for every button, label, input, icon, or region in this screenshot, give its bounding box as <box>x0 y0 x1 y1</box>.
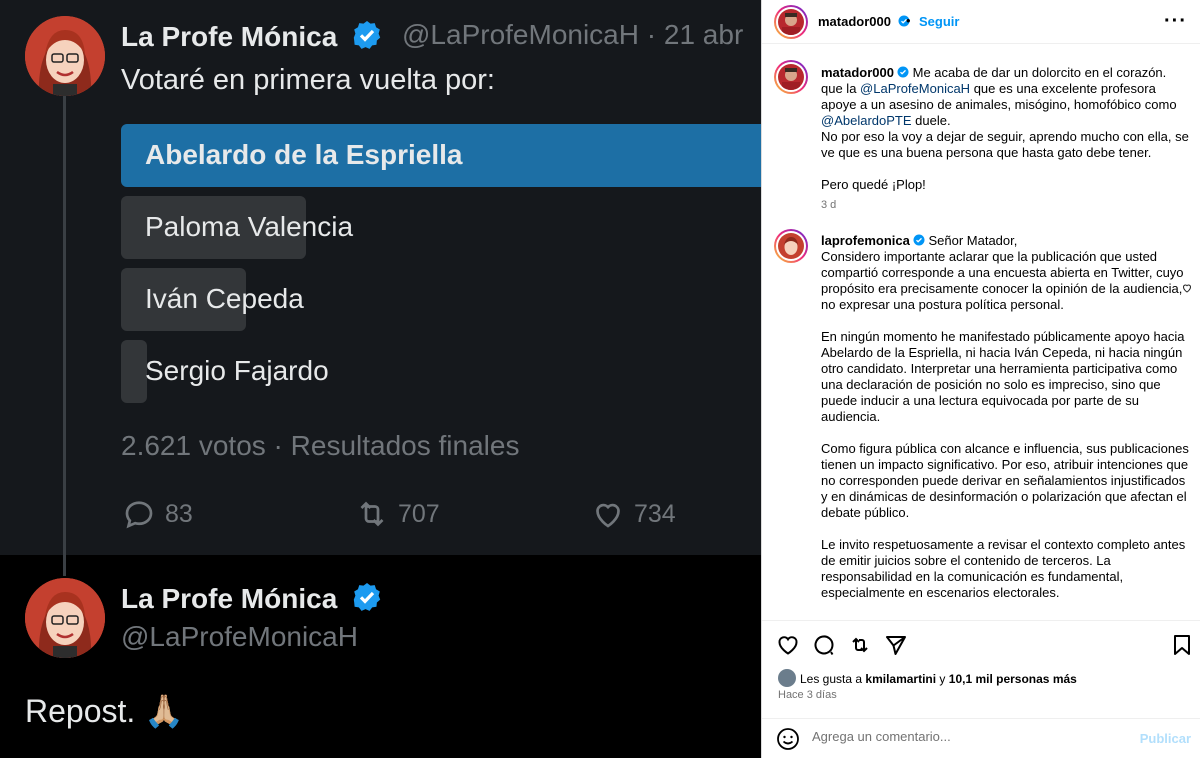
repost-button[interactable]: 707 <box>354 494 440 534</box>
reply-count: 83 <box>165 499 193 528</box>
caption-line: Me acaba de dar un dolorcito en el coraz… <box>912 65 1167 80</box>
likes-count[interactable]: 10,1 mil personas más <box>949 672 1077 686</box>
reply-paragraph: Como figura pública con alcance e influe… <box>821 441 1189 520</box>
tweet-date: · 21 abr <box>646 19 744 50</box>
like-count: 734 <box>634 499 676 528</box>
caption-timestamp[interactable]: 3 d <box>821 199 836 211</box>
share-paper-plane-icon[interactable] <box>884 633 908 657</box>
heart-icon <box>596 503 620 528</box>
mention-link[interactable]: @LaProfeMonicaH <box>860 81 970 96</box>
poll-option-label: Abelardo de la Espriella <box>145 139 463 170</box>
liker-avatar <box>778 669 796 687</box>
caption-paragraph: No por eso la voy a dejar de seguir, apr… <box>821 129 1189 160</box>
caption-fragment: duele. <box>911 113 951 128</box>
reply-comment-text: laprofemonica Señor Matador, Considero i… <box>821 233 1191 601</box>
reply-icon <box>125 501 153 529</box>
likes-summary[interactable]: Les gusta a kmilamartini y 10,1 mil pers… <box>778 669 1077 687</box>
emoji-picker-icon[interactable] <box>776 727 800 751</box>
liker-username[interactable]: kmilamartini <box>865 672 936 686</box>
avatar-cartoon-icon <box>778 233 804 259</box>
caption-avatar[interactable] <box>774 60 808 94</box>
caption-fragment: que la <box>821 81 861 96</box>
verified-badge-icon <box>353 21 381 49</box>
caption-paragraph: Pero quedé ¡Plop! <box>821 177 926 192</box>
poll-option-label: Iván Cepeda <box>145 283 304 314</box>
like-heart-icon[interactable] <box>776 633 800 657</box>
reply-paragraph: Le invito respetuosamente a revisar el c… <box>821 537 1186 600</box>
repost-text: Repost. 🙏🏼 <box>25 692 184 730</box>
likes-connector: y <box>936 672 949 686</box>
reply-avatar[interactable] <box>774 229 808 263</box>
tweet-handle-date[interactable]: @LaProfeMonicaH · 21 abr <box>402 19 743 51</box>
tweet-author-avatar[interactable] <box>25 16 105 96</box>
author-name-text: La Profe Mónica <box>121 583 338 614</box>
original-tweet: La Profe Mónica @LaProfeMonicaH · 21 abr… <box>0 0 761 576</box>
reply-button[interactable]: 83 <box>121 494 193 534</box>
mention-link[interactable]: @AbelardoPTE <box>821 113 912 128</box>
avatar-cartoon-icon <box>25 578 105 658</box>
comment-composer: Publicar <box>762 718 1200 758</box>
comment-bubble-icon[interactable] <box>812 633 836 657</box>
author-handle-text: @LaProfeMonicaH <box>402 19 639 50</box>
verified-badge-icon <box>353 583 381 611</box>
thread-line <box>63 96 66 576</box>
repost-author-handle[interactable]: @LaProfeMonicaH <box>121 621 358 653</box>
reply-username[interactable]: laprofemonica <box>821 233 910 248</box>
repost-author-name[interactable]: La Profe Mónica <box>121 581 383 615</box>
poll-results-meta: 2.621 votos · Resultados finales <box>121 430 520 461</box>
tweet-author-name[interactable]: La Profe Mónica <box>121 19 383 53</box>
verified-badge-icon <box>897 66 909 78</box>
author-name-text: La Profe Mónica <box>121 21 338 52</box>
verified-badge-icon <box>913 234 925 246</box>
praying-hands-emoji: 🙏🏼 <box>144 693 185 729</box>
poll-option-label: Sergio Fajardo <box>145 355 329 386</box>
likes-prefix: Les gusta a <box>800 672 866 686</box>
username-text: matador000 <box>818 14 891 29</box>
avatar-photo-icon <box>778 64 804 90</box>
repost-icon[interactable] <box>848 633 872 657</box>
repost-icon <box>360 501 384 527</box>
instagram-panel: matador000 • Seguir ··· matador000 Me ac… <box>761 0 1200 758</box>
save-bookmark-icon[interactable] <box>1170 633 1194 657</box>
post-time[interactable]: Hace 3 días <box>778 689 837 701</box>
avatar-photo-icon <box>778 9 804 35</box>
poll-bar <box>121 340 147 403</box>
caption-username[interactable]: matador000 <box>821 65 894 80</box>
comments-scroll-area[interactable]: matador000 Me acaba de dar un dolorcito … <box>762 44 1200 620</box>
reply-greeting: Señor Matador, <box>928 233 1018 248</box>
more-options-button[interactable]: ··· <box>1164 10 1187 33</box>
tweet-text: Votaré en primera vuelta por: <box>121 64 495 96</box>
caption-text: matador000 Me acaba de dar un dolorcito … <box>821 65 1191 193</box>
comment-input[interactable] <box>812 729 1112 744</box>
header-username[interactable]: matador000 <box>818 14 910 29</box>
post-actions: Les gusta a kmilamartini y 10,1 mil pers… <box>762 620 1200 720</box>
repost-label: Repost. <box>25 693 136 729</box>
header-dot-separator: • <box>906 13 911 28</box>
comment-like-heart-icon[interactable] <box>1181 282 1193 294</box>
poll-option-label: Paloma Valencia <box>145 211 354 242</box>
avatar-cartoon-icon <box>25 16 105 96</box>
reply-paragraph: En ningún momento he manifestado pública… <box>821 329 1185 424</box>
follow-button[interactable]: Seguir <box>919 14 959 29</box>
repost-author-avatar[interactable] <box>25 578 105 658</box>
publish-button[interactable]: Publicar <box>1140 731 1191 746</box>
post-header: matador000 • Seguir ··· <box>762 0 1200 44</box>
like-button[interactable]: 734 <box>590 494 676 534</box>
repost-count: 707 <box>398 499 440 528</box>
tweet-screenshot: La Profe Mónica @LaProfeMonicaH · 21 abr… <box>0 0 761 758</box>
reply-paragraph: Considero importante aclarar que la publ… <box>821 249 1184 312</box>
header-avatar[interactable] <box>774 5 808 39</box>
